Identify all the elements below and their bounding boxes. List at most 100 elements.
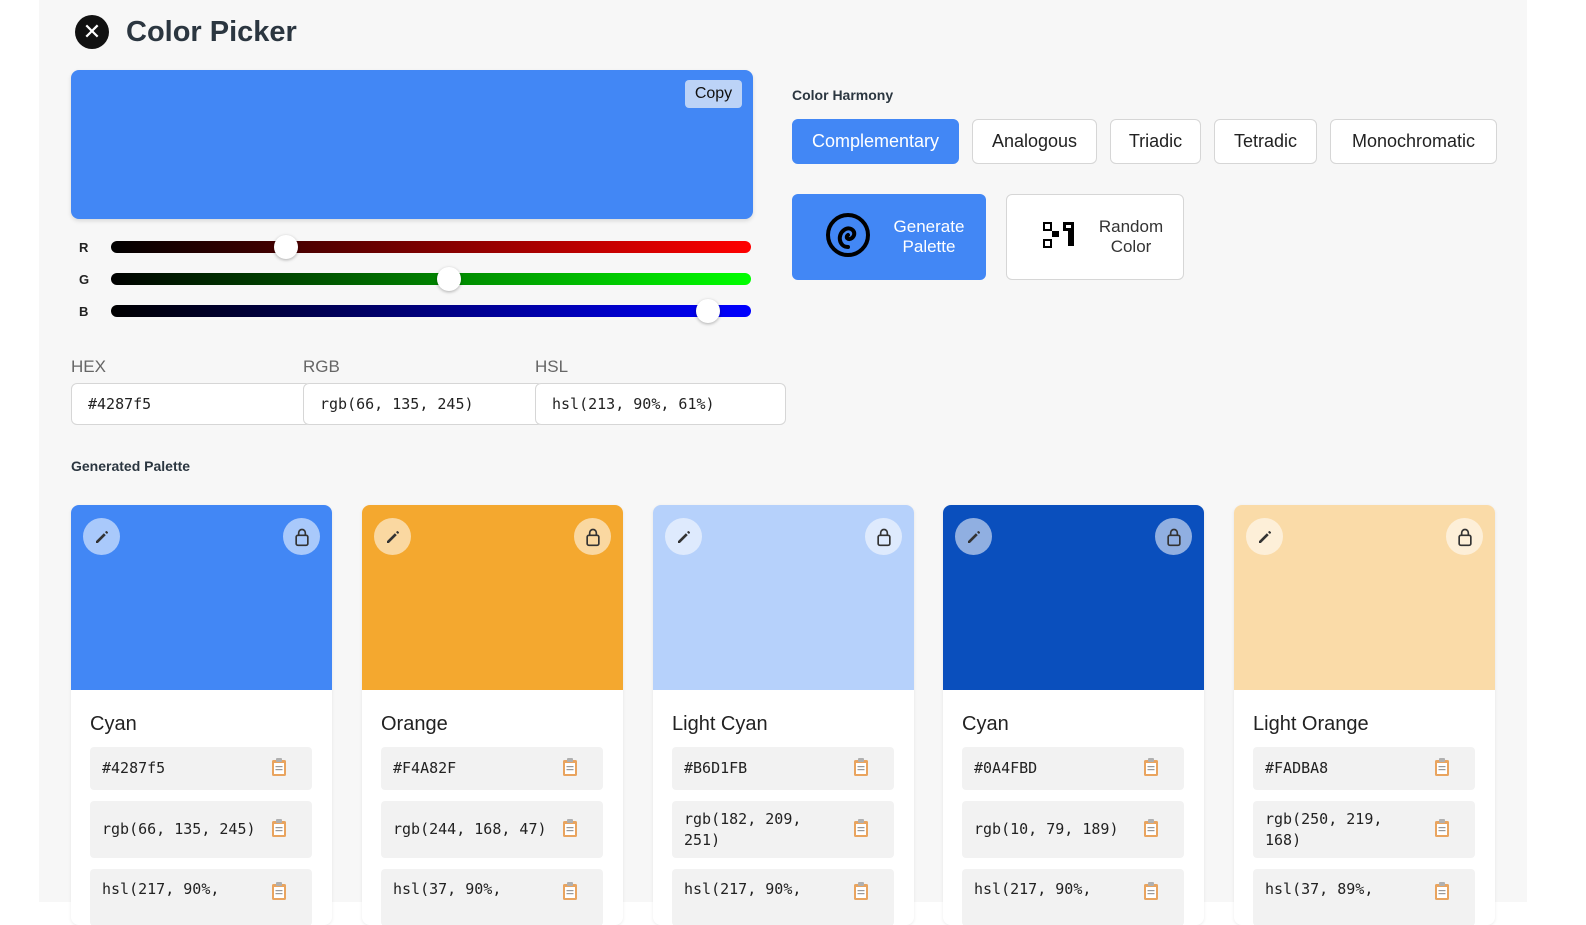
color-swatch[interactable] bbox=[362, 505, 623, 690]
rgb-code-text: rgb(182, 209, 251) bbox=[684, 809, 802, 849]
hsl-code-text: hsl(37, 90%, bbox=[393, 880, 502, 898]
rgb-label: RGB bbox=[303, 357, 340, 376]
copy-button[interactable]: Copy bbox=[685, 80, 742, 108]
hex-code: #B6D1FB bbox=[672, 747, 894, 790]
clipboard-icon[interactable] bbox=[270, 818, 288, 842]
rgb-code-text: rgb(10, 79, 189) bbox=[974, 820, 1119, 838]
random-color-button[interactable]: Random Color bbox=[1006, 194, 1184, 280]
slider-row-blue: B bbox=[79, 299, 751, 323]
hex-code: #4287f5 bbox=[90, 747, 312, 790]
color-name: Orange bbox=[381, 713, 448, 735]
color-preview: Copy bbox=[71, 70, 753, 219]
generate-palette-button[interactable]: Generate Palette bbox=[792, 194, 986, 280]
clipboard-icon[interactable] bbox=[852, 757, 870, 781]
red-slider[interactable] bbox=[111, 235, 751, 259]
clipboard-icon[interactable] bbox=[1142, 757, 1160, 781]
header: ✕ Color Picker bbox=[75, 13, 297, 51]
blue-slider-thumb[interactable] bbox=[696, 299, 721, 323]
generate-palette-label: Generate Palette bbox=[893, 217, 965, 256]
red-slider-thumb[interactable] bbox=[273, 235, 298, 259]
clipboard-icon[interactable] bbox=[270, 757, 288, 781]
page-title: Color Picker bbox=[126, 15, 297, 48]
harmony-options: Complementary Analogous Triadic Tetradic… bbox=[792, 119, 1497, 164]
hex-label: HEX bbox=[71, 357, 106, 376]
lock-icon[interactable] bbox=[1446, 518, 1483, 555]
hsl-code-text: hsl(217, 90%, bbox=[102, 880, 220, 898]
color-name: Light Cyan bbox=[672, 713, 768, 735]
palette-card: Cyan #0A4FBD rgb(10, 79, 189) hsl(217, 90%, bbox=[943, 505, 1204, 925]
slider-row-red: R bbox=[79, 235, 751, 259]
rgb-code-text: rgb(66, 135, 245) bbox=[102, 820, 256, 838]
palette-card: Light Orange #FADBA8 rgb(250, 219, 168) hsl… bbox=[1234, 505, 1495, 925]
clipboard-icon[interactable] bbox=[561, 757, 579, 781]
clipboard-icon[interactable] bbox=[852, 881, 870, 905]
color-swatch[interactable] bbox=[1234, 505, 1495, 690]
hex-code-text: #4287f5 bbox=[102, 759, 166, 777]
harmony-title: Color Harmony bbox=[792, 87, 894, 103]
hex-code-text: #0A4FBD bbox=[974, 759, 1038, 777]
hex-code-text: #B6D1FB bbox=[684, 759, 748, 777]
rgb-code: rgb(66, 135, 245) bbox=[90, 801, 312, 858]
harmony-monochromatic-button[interactable]: Monochromatic bbox=[1330, 119, 1497, 164]
rgb-code-text: rgb(250, 219, 168) bbox=[1265, 809, 1383, 849]
clipboard-icon[interactable] bbox=[270, 881, 288, 905]
rgb-code: rgb(10, 79, 189) bbox=[962, 801, 1184, 858]
pencil-icon[interactable] bbox=[955, 518, 992, 555]
close-icon[interactable]: ✕ bbox=[75, 15, 109, 49]
harmony-complementary-button[interactable]: Complementary bbox=[792, 119, 959, 164]
lock-icon[interactable] bbox=[283, 518, 320, 555]
palette-card: Cyan #4287f5 rgb(66, 135, 245) hsl(217, 90%… bbox=[71, 505, 332, 925]
lock-icon[interactable] bbox=[1155, 518, 1192, 555]
rgb-code: rgb(244, 168, 47) bbox=[381, 801, 603, 858]
pencil-icon[interactable] bbox=[1246, 518, 1283, 555]
rgb-input[interactable] bbox=[303, 383, 543, 425]
hsl-code-text: hsl(217, 90%, bbox=[684, 880, 802, 898]
color-name: Light Orange bbox=[1253, 713, 1369, 735]
lock-icon[interactable] bbox=[865, 518, 902, 555]
slider-row-green: G bbox=[79, 267, 751, 291]
green-slider[interactable] bbox=[111, 267, 751, 291]
clipboard-icon[interactable] bbox=[1433, 881, 1451, 905]
hsl-code: hsl(217, 90%, bbox=[672, 869, 894, 925]
palette-card: Orange #F4A82F rgb(244, 168, 47) hsl(37, 90… bbox=[362, 505, 623, 925]
pencil-icon[interactable] bbox=[665, 518, 702, 555]
hex-input[interactable] bbox=[71, 383, 311, 425]
clipboard-icon[interactable] bbox=[1433, 818, 1451, 842]
hex-code: #FADBA8 bbox=[1253, 747, 1475, 790]
hsl-input[interactable] bbox=[535, 383, 786, 425]
clipboard-icon[interactable] bbox=[1142, 818, 1160, 842]
clipboard-icon[interactable] bbox=[1142, 881, 1160, 905]
clipboard-icon[interactable] bbox=[561, 818, 579, 842]
blue-slider[interactable] bbox=[111, 299, 751, 323]
clipboard-icon[interactable] bbox=[1433, 757, 1451, 781]
random-color-label: Random Color bbox=[1098, 217, 1164, 256]
hsl-code: hsl(217, 90%, bbox=[962, 869, 1184, 925]
rgb-code: rgb(182, 209, 251) bbox=[672, 801, 894, 858]
hex-code: #F4A82F bbox=[381, 747, 603, 790]
palette-icon bbox=[824, 211, 872, 264]
green-slider-thumb[interactable] bbox=[436, 267, 461, 291]
color-name: Cyan bbox=[90, 713, 137, 735]
pencil-icon[interactable] bbox=[374, 518, 411, 555]
pencil-icon[interactable] bbox=[83, 518, 120, 555]
hsl-code: hsl(37, 90%, bbox=[381, 869, 603, 925]
harmony-tetradic-button[interactable]: Tetradic bbox=[1214, 119, 1317, 164]
harmony-analogous-button[interactable]: Analogous bbox=[972, 119, 1097, 164]
hsl-code: hsl(217, 90%, bbox=[90, 869, 312, 925]
harmony-triadic-button[interactable]: Triadic bbox=[1110, 119, 1201, 164]
hsl-code-text: hsl(37, 89%, bbox=[1265, 880, 1374, 898]
color-swatch[interactable] bbox=[71, 505, 332, 690]
hex-code-text: #F4A82F bbox=[393, 759, 457, 777]
color-swatch[interactable] bbox=[943, 505, 1204, 690]
lock-icon[interactable] bbox=[574, 518, 611, 555]
hsl-code: hsl(37, 89%, bbox=[1253, 869, 1475, 925]
hsl-code-text: hsl(217, 90%, bbox=[974, 880, 1092, 898]
clipboard-icon[interactable] bbox=[561, 881, 579, 905]
color-swatch[interactable] bbox=[653, 505, 914, 690]
palette-title: Generated Palette bbox=[71, 458, 191, 474]
clipboard-icon[interactable] bbox=[852, 818, 870, 842]
shuffle-icon bbox=[1041, 219, 1077, 256]
rgb-code-text: rgb(244, 168, 47) bbox=[393, 820, 547, 838]
rgb-code: rgb(250, 219, 168) bbox=[1253, 801, 1475, 858]
hsl-label: HSL bbox=[535, 357, 569, 376]
